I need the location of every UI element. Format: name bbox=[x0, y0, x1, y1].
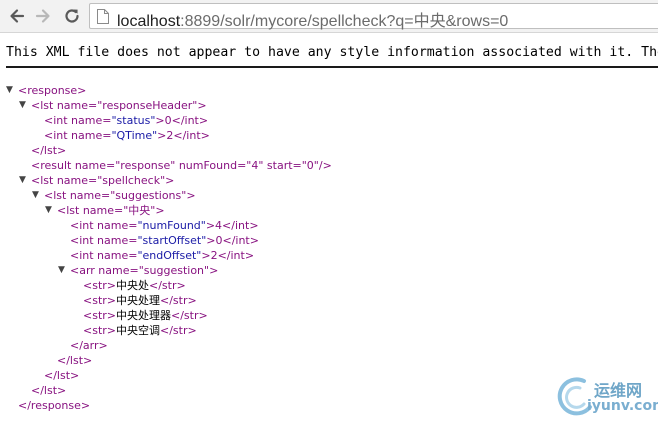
page-icon bbox=[97, 9, 109, 24]
xml-open-lst-responseheader: <lst name="responseHeader"> bbox=[31, 99, 207, 112]
xml-close-response: </response> bbox=[18, 399, 91, 412]
xml-str: <str>中央处理</str> bbox=[83, 294, 197, 307]
xml-open-response: <response> bbox=[18, 84, 87, 97]
back-arrow-icon bbox=[10, 9, 25, 23]
no-style-notice: This XML file does not appear to have an… bbox=[6, 45, 658, 60]
collapse-triangle-icon[interactable]: ▼ bbox=[19, 98, 26, 113]
collapse-triangle-icon[interactable]: ▼ bbox=[19, 173, 26, 188]
collapse-triangle-icon[interactable]: ▼ bbox=[45, 203, 52, 218]
xml-close-lst: </lst> bbox=[31, 384, 67, 397]
xml-close-lst: </lst> bbox=[57, 354, 93, 367]
collapse-triangle-icon[interactable]: ▼ bbox=[58, 263, 65, 278]
xml-result: <result name="response" numFound="4" sta… bbox=[31, 159, 332, 172]
reload-icon bbox=[65, 9, 79, 23]
xml-close-lst: </lst> bbox=[44, 369, 80, 382]
xml-int-status: <int name="status">0</int> bbox=[44, 114, 209, 127]
xml-str: <str>中央处理器</str> bbox=[83, 309, 208, 322]
xml-int-numfound: <int name="numFound">4</int> bbox=[70, 219, 259, 232]
browser-toolbar: localhost:8899/solr/mycore/spellcheck?q=… bbox=[0, 0, 658, 33]
xml-open-arr-suggestion: <arr name="suggestion"> bbox=[70, 264, 219, 277]
xml-str: <str>中央空调</str> bbox=[83, 324, 197, 337]
suggestion-3: 中央处理器 bbox=[116, 309, 171, 322]
url-text: localhost:8899/solr/mycore/spellcheck?q=… bbox=[117, 7, 508, 31]
address-bar[interactable]: localhost:8899/solr/mycore/spellcheck?q=… bbox=[89, 3, 658, 31]
suggestion-4: 中央空调 bbox=[116, 324, 160, 337]
xml-open-lst-suggestions: <lst name="suggestions"> bbox=[44, 189, 196, 202]
xml-int-qtime: <int name="QTime">2</int> bbox=[44, 129, 210, 142]
xml-open-lst-zhongyang: <lst name="中央"> bbox=[57, 204, 165, 217]
xml-str: <str>中央处</str> bbox=[83, 279, 186, 292]
collapse-triangle-icon[interactable]: ▼ bbox=[32, 188, 39, 203]
url-path: :8899/solr/mycore/spellcheck?q=中央&rows=0 bbox=[180, 13, 509, 30]
suggestion-2: 中央处理 bbox=[116, 294, 160, 307]
forward-button[interactable] bbox=[32, 5, 54, 27]
xml-open-lst-spellcheck: <lst name="spellcheck"> bbox=[31, 174, 175, 187]
forward-arrow-icon bbox=[35, 9, 50, 23]
xml-int-endoffset: <int name="endOffset">2</int> bbox=[70, 249, 255, 262]
xml-close-arr: </arr> bbox=[70, 339, 108, 352]
url-host: localhost bbox=[117, 13, 181, 30]
suggestion-1: 中央处 bbox=[116, 279, 149, 292]
watermark: 运维网 iyunv.com bbox=[552, 372, 658, 422]
reload-button[interactable] bbox=[61, 5, 83, 27]
notice-divider bbox=[6, 66, 658, 68]
collapse-triangle-icon[interactable]: ▼ bbox=[6, 83, 13, 98]
xml-int-startoffset: <int name="startOffset">0</int> bbox=[70, 234, 259, 247]
xml-close-lst: </lst> bbox=[31, 144, 67, 157]
watermark-domain: iyunv.com bbox=[587, 398, 658, 414]
back-button[interactable] bbox=[6, 5, 28, 27]
